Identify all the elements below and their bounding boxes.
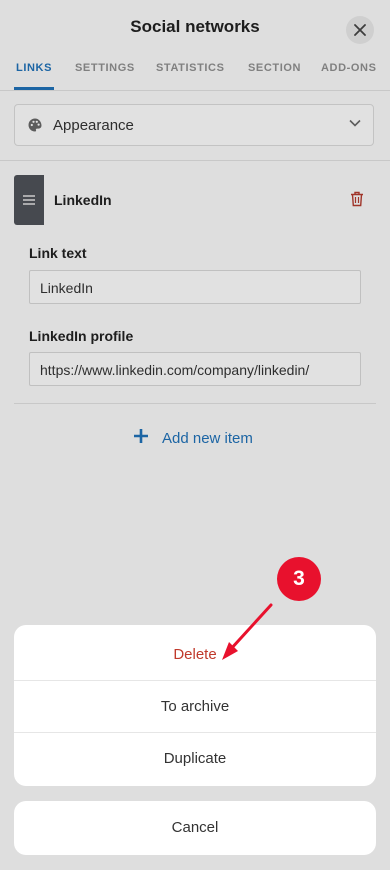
cancel-button[interactable]: Cancel <box>14 801 376 855</box>
delete-option[interactable]: Delete <box>14 629 376 681</box>
duplicate-option[interactable]: Duplicate <box>14 733 376 785</box>
archive-option[interactable]: To archive <box>14 681 376 733</box>
step-badge: 3 <box>277 557 321 601</box>
action-sheet: Delete To archive Duplicate <box>14 625 376 786</box>
